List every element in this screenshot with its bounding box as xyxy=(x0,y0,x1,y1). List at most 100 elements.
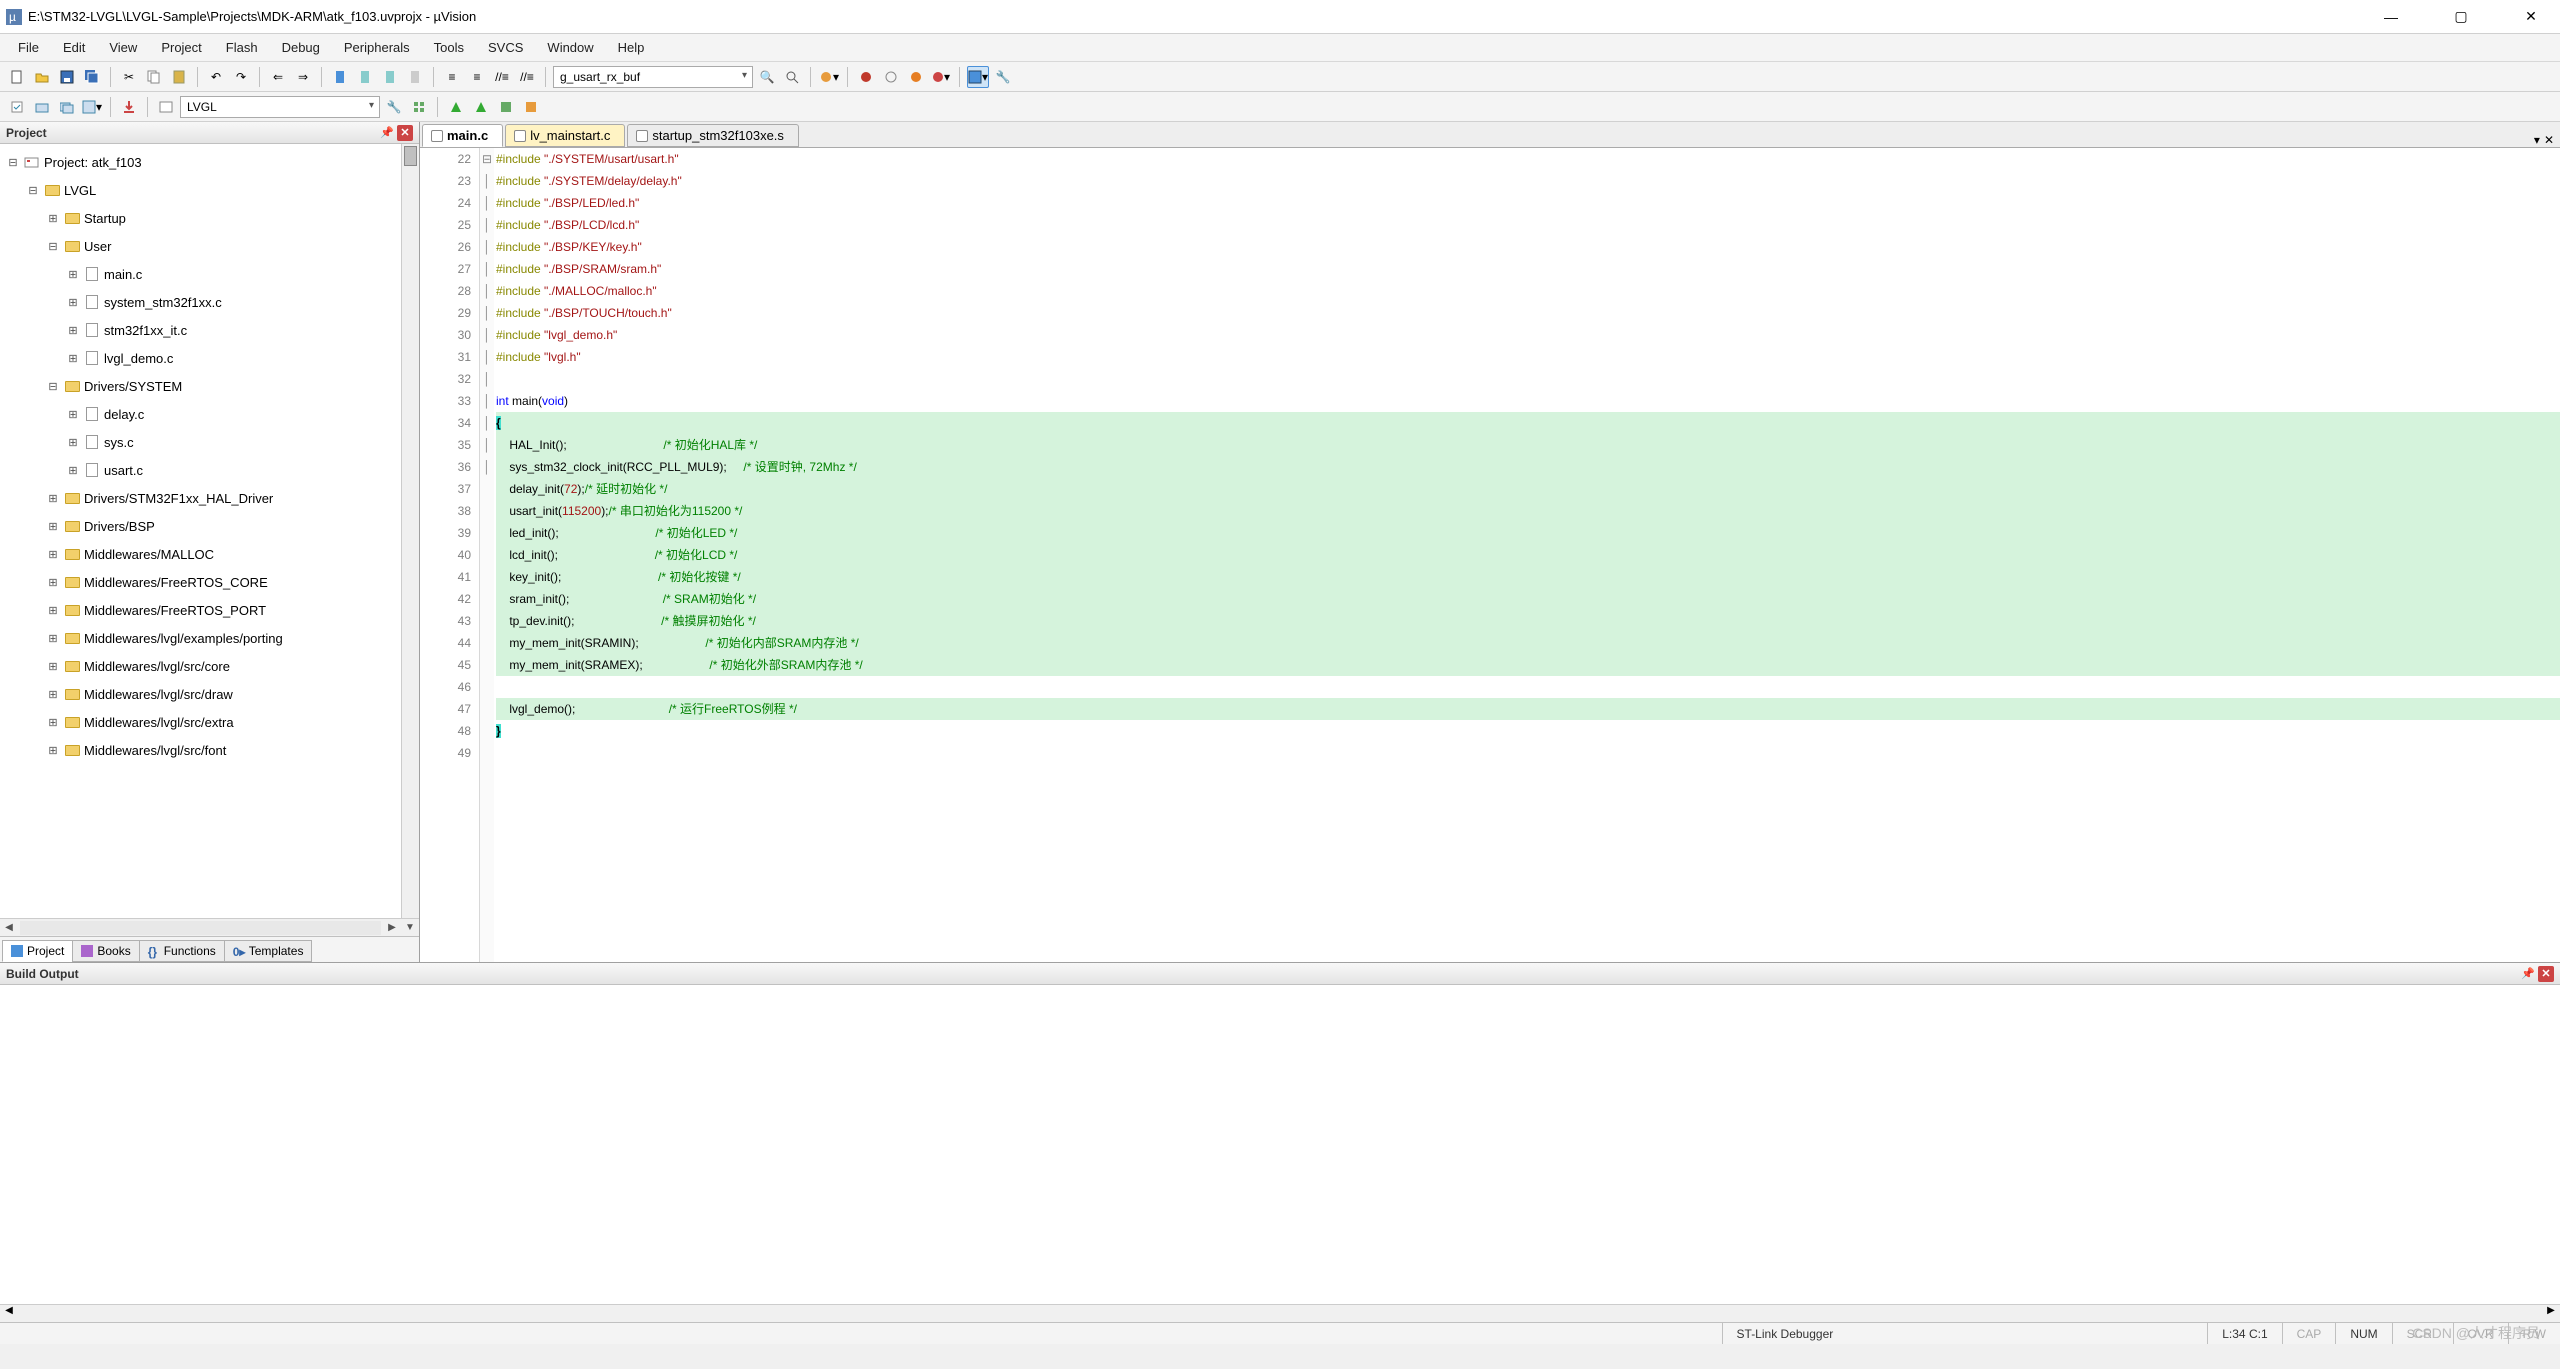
editor-tab[interactable]: startup_stm32f103xe.s xyxy=(627,124,799,147)
tree-group[interactable]: ⊞Middlewares/FreeRTOS_CORE xyxy=(0,568,419,596)
target-options-icon[interactable]: 🔧 xyxy=(383,96,405,118)
redo-icon[interactable]: ↷ xyxy=(230,66,252,88)
target-combo[interactable]: LVGL xyxy=(180,96,380,118)
window-layout-icon[interactable]: ▾ xyxy=(967,66,989,88)
editor-tab[interactable]: lv_mainstart.c xyxy=(505,124,625,147)
translate-icon[interactable] xyxy=(6,96,28,118)
tree-file[interactable]: ⊞lvgl_demo.c xyxy=(0,344,419,372)
comment-icon[interactable]: //≡ xyxy=(491,66,513,88)
breakpoint-disable-icon[interactable]: ▾ xyxy=(930,66,952,88)
build-icon[interactable] xyxy=(31,96,53,118)
tree-group[interactable]: ⊟User xyxy=(0,232,419,260)
new-file-icon[interactable] xyxy=(6,66,28,88)
menu-view[interactable]: View xyxy=(97,36,149,59)
menu-project[interactable]: Project xyxy=(149,36,213,59)
breakpoint-icon[interactable] xyxy=(905,66,927,88)
tab-close-all-icon[interactable]: ✕ xyxy=(2544,133,2554,147)
manage-packs-icon[interactable] xyxy=(408,96,430,118)
save-icon[interactable] xyxy=(56,66,78,88)
menu-edit[interactable]: Edit xyxy=(51,36,97,59)
panel-close-icon[interactable]: ✕ xyxy=(397,125,413,141)
menu-debug[interactable]: Debug xyxy=(270,36,332,59)
save-all-icon[interactable] xyxy=(81,66,103,88)
close-button[interactable]: ✕ xyxy=(2508,2,2554,32)
pack-install2-icon[interactable] xyxy=(470,96,492,118)
run-debug-icon[interactable] xyxy=(855,66,877,88)
tab-dropdown-icon[interactable]: ▾ xyxy=(2534,133,2540,147)
tree-target[interactable]: ⊟LVGL xyxy=(0,176,419,204)
tree-file[interactable]: ⊞stm32f1xx_it.c xyxy=(0,316,419,344)
debug-config-icon[interactable]: ▾ xyxy=(818,66,840,88)
tree-group[interactable]: ⊞Middlewares/lvgl/src/extra xyxy=(0,708,419,736)
project-tab-templates[interactable]: 0▸Templates xyxy=(224,940,313,962)
tree-file[interactable]: ⊞system_stm32f1xx.c xyxy=(0,288,419,316)
uncomment-icon[interactable]: //≡ xyxy=(516,66,538,88)
stop-debug-icon[interactable] xyxy=(880,66,902,88)
code-editor[interactable]: 2223242526272829303132333435363738394041… xyxy=(420,148,2560,962)
open-icon[interactable] xyxy=(31,66,53,88)
tree-group[interactable]: ⊞Middlewares/lvgl/src/core xyxy=(0,652,419,680)
menu-tools[interactable]: Tools xyxy=(422,36,476,59)
tree-group[interactable]: ⊞Middlewares/lvgl/examples/porting xyxy=(0,624,419,652)
tree-group[interactable]: ⊟Drivers/SYSTEM xyxy=(0,372,419,400)
nav-back-icon[interactable]: ⇐ xyxy=(267,66,289,88)
pack-install-icon[interactable] xyxy=(445,96,467,118)
build-output-panel: Build Output 📌 ✕ ◀▶ xyxy=(0,962,2560,1322)
batch-build-icon[interactable]: ▾ xyxy=(81,96,103,118)
project-tree[interactable]: ⊟Project: atk_f103⊟LVGL⊞Startup⊟User⊞mai… xyxy=(0,144,419,918)
build-hscroll[interactable]: ◀▶ xyxy=(0,1304,2560,1322)
tree-hscroll[interactable]: ◀▶▼ xyxy=(0,918,419,936)
tree-group[interactable]: ⊞Middlewares/MALLOC xyxy=(0,540,419,568)
menu-help[interactable]: Help xyxy=(606,36,657,59)
outdent-icon[interactable]: ≡ xyxy=(466,66,488,88)
build-output-body[interactable] xyxy=(0,985,2560,1304)
tree-group[interactable]: ⊞Drivers/STM32F1xx_HAL_Driver xyxy=(0,484,419,512)
copy-icon[interactable] xyxy=(143,66,165,88)
tree-file[interactable]: ⊞usart.c xyxy=(0,456,419,484)
tree-file[interactable]: ⊞delay.c xyxy=(0,400,419,428)
tree-group[interactable]: ⊞Middlewares/FreeRTOS_PORT xyxy=(0,596,419,624)
nav-forward-icon[interactable]: ⇒ xyxy=(292,66,314,88)
indent-icon[interactable]: ≡ xyxy=(441,66,463,88)
undo-icon[interactable]: ↶ xyxy=(205,66,227,88)
pin-icon[interactable]: 📌 xyxy=(379,125,395,141)
toolbar-build: ▾ LVGL 🔧 xyxy=(0,92,2560,122)
download-icon[interactable] xyxy=(118,96,140,118)
project-tab-project[interactable]: Project xyxy=(2,940,73,962)
build-pin-icon[interactable]: 📌 xyxy=(2520,966,2536,982)
tree-file[interactable]: ⊞sys.c xyxy=(0,428,419,456)
rebuild-icon[interactable] xyxy=(56,96,78,118)
editor-tab[interactable]: main.c xyxy=(422,124,503,147)
bookmark-clear-icon[interactable] xyxy=(404,66,426,88)
cut-icon[interactable]: ✂ xyxy=(118,66,140,88)
tree-group[interactable]: ⊞Middlewares/lvgl/src/font xyxy=(0,736,419,764)
find-in-files-icon[interactable] xyxy=(781,66,803,88)
tree-group[interactable]: ⊞Startup xyxy=(0,204,419,232)
bookmark-icon[interactable] xyxy=(329,66,351,88)
menu-flash[interactable]: Flash xyxy=(214,36,270,59)
tree-group[interactable]: ⊞Drivers/BSP xyxy=(0,512,419,540)
tree-scrollbar[interactable] xyxy=(401,144,419,918)
quick-find-combo[interactable]: g_usart_rx_buf xyxy=(553,66,753,88)
project-tab-books[interactable]: Books xyxy=(72,940,139,962)
build-close-icon[interactable]: ✕ xyxy=(2538,966,2554,982)
tree-project-root[interactable]: ⊟Project: atk_f103 xyxy=(0,148,419,176)
find-icon[interactable]: 🔍 xyxy=(756,66,778,88)
options-icon[interactable] xyxy=(155,96,177,118)
tool-config-icon[interactable]: 🔧 xyxy=(992,66,1014,88)
bookmark-prev-icon[interactable] xyxy=(354,66,376,88)
tree-file[interactable]: ⊞main.c xyxy=(0,260,419,288)
manage-rte-icon[interactable] xyxy=(495,96,517,118)
menu-file[interactable]: File xyxy=(6,36,51,59)
maximize-button[interactable]: ▢ xyxy=(2438,2,2484,32)
paste-icon[interactable] xyxy=(168,66,190,88)
menu-window[interactable]: Window xyxy=(535,36,605,59)
project-panel-title: Project 📌 ✕ xyxy=(0,122,419,144)
project-tab-functions[interactable]: {}Functions xyxy=(139,940,225,962)
tree-group[interactable]: ⊞Middlewares/lvgl/src/draw xyxy=(0,680,419,708)
minimize-button[interactable]: — xyxy=(2368,2,2414,32)
menu-peripherals[interactable]: Peripherals xyxy=(332,36,422,59)
manage-rte2-icon[interactable] xyxy=(520,96,542,118)
bookmark-next-icon[interactable] xyxy=(379,66,401,88)
menu-svcs[interactable]: SVCS xyxy=(476,36,535,59)
